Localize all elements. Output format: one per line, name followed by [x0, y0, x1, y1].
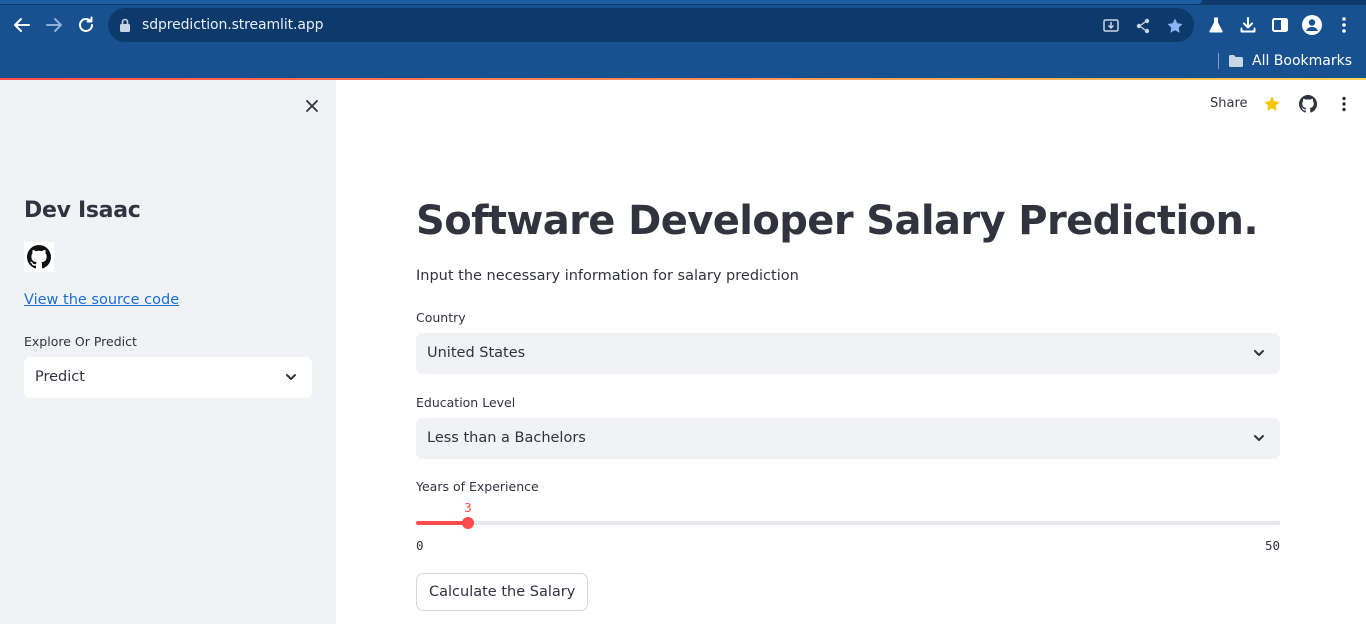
github-icon [27, 245, 51, 269]
share-page-button[interactable] [1133, 16, 1153, 36]
side-panel-button[interactable] [1268, 13, 1292, 37]
chevron-down-icon [286, 374, 296, 380]
install-app-icon [1103, 19, 1119, 32]
side-panel-icon [1272, 18, 1288, 32]
app-menu-button[interactable] [1333, 93, 1355, 115]
active-tab-strip[interactable] [0, 0, 1202, 4]
all-bookmarks-button[interactable]: All Bookmarks [1228, 51, 1352, 71]
browser-chrome: sdprediction.streamlit.app All Bookmarks [0, 0, 1366, 80]
github-badge[interactable] [24, 242, 54, 272]
avatar-icon [1302, 15, 1322, 35]
reload-button[interactable] [73, 12, 99, 38]
education-select[interactable]: Less than a Bachelors [416, 418, 1280, 459]
explore-predict-select[interactable]: Predict [24, 357, 312, 398]
slider-max-label: 50 [1264, 538, 1280, 553]
back-button[interactable] [9, 12, 35, 38]
browser-toolbar: sdprediction.streamlit.app [0, 5, 1366, 45]
chevron-down-icon [1254, 435, 1264, 441]
slider-current-value: 3 [464, 500, 472, 515]
view-source-link[interactable]: View the source code [24, 292, 179, 308]
browser-menu-button[interactable] [1332, 13, 1356, 37]
download-icon [1240, 17, 1256, 33]
reload-icon [79, 16, 93, 32]
all-bookmarks-label: All Bookmarks [1252, 53, 1353, 69]
country-label: Country [416, 310, 466, 325]
slider-min-label: 0 [416, 538, 424, 553]
star-icon [1264, 96, 1280, 111]
star-icon [1167, 18, 1183, 33]
bookmarks-bar: All Bookmarks [0, 45, 1366, 78]
share-button[interactable]: Share [1210, 96, 1248, 111]
explore-predict-label: Explore Or Predict [24, 334, 137, 349]
flask-icon [1209, 17, 1223, 33]
calculate-salary-button[interactable]: Calculate the Salary [416, 573, 589, 611]
slider-thumb[interactable] [462, 517, 474, 529]
slider-track[interactable] [416, 521, 1280, 525]
experience-slider[interactable]: 3 [416, 500, 1280, 546]
arrow-left-icon [14, 18, 30, 32]
favorite-button[interactable] [1261, 93, 1283, 115]
labs-button[interactable] [1204, 13, 1228, 37]
education-label: Education Level [416, 395, 516, 410]
downloads-button[interactable] [1236, 13, 1260, 37]
github-icon [1299, 95, 1317, 113]
slider-fill [416, 521, 468, 525]
github-header-button[interactable] [1297, 93, 1319, 115]
country-select[interactable]: United States [416, 333, 1280, 374]
forward-button[interactable] [41, 12, 67, 38]
close-icon [306, 100, 318, 112]
install-app-button[interactable] [1101, 16, 1121, 36]
lock-icon [120, 18, 130, 32]
sidebar: Dev Isaac View the source code Explore O… [0, 80, 336, 624]
address-bar[interactable]: sdprediction.streamlit.app [108, 8, 1194, 42]
chevron-down-icon [1254, 350, 1264, 356]
main-content: Share Software Developer Salary Predicti… [336, 80, 1366, 624]
page-subtitle: Input the necessary information for sala… [416, 268, 799, 284]
close-sidebar-button[interactable] [300, 94, 324, 118]
kebab-menu-icon [1342, 96, 1346, 112]
country-value: United States [427, 345, 526, 361]
url-text: sdprediction.streamlit.app [142, 17, 324, 33]
arrow-right-icon [46, 18, 62, 32]
education-value: Less than a Bachelors [427, 430, 586, 446]
experience-label: Years of Experience [416, 479, 539, 494]
bookmark-star-button[interactable] [1165, 16, 1185, 36]
explore-predict-value: Predict [35, 369, 85, 385]
profile-button[interactable] [1300, 13, 1324, 37]
kebab-menu-icon [1342, 17, 1346, 33]
page-title: Software Developer Salary Prediction. [416, 198, 1259, 244]
share-icon [1136, 18, 1150, 34]
bookmarks-divider [1218, 53, 1219, 69]
author-name: Dev Isaac [24, 198, 141, 223]
folder-icon [1229, 55, 1243, 67]
